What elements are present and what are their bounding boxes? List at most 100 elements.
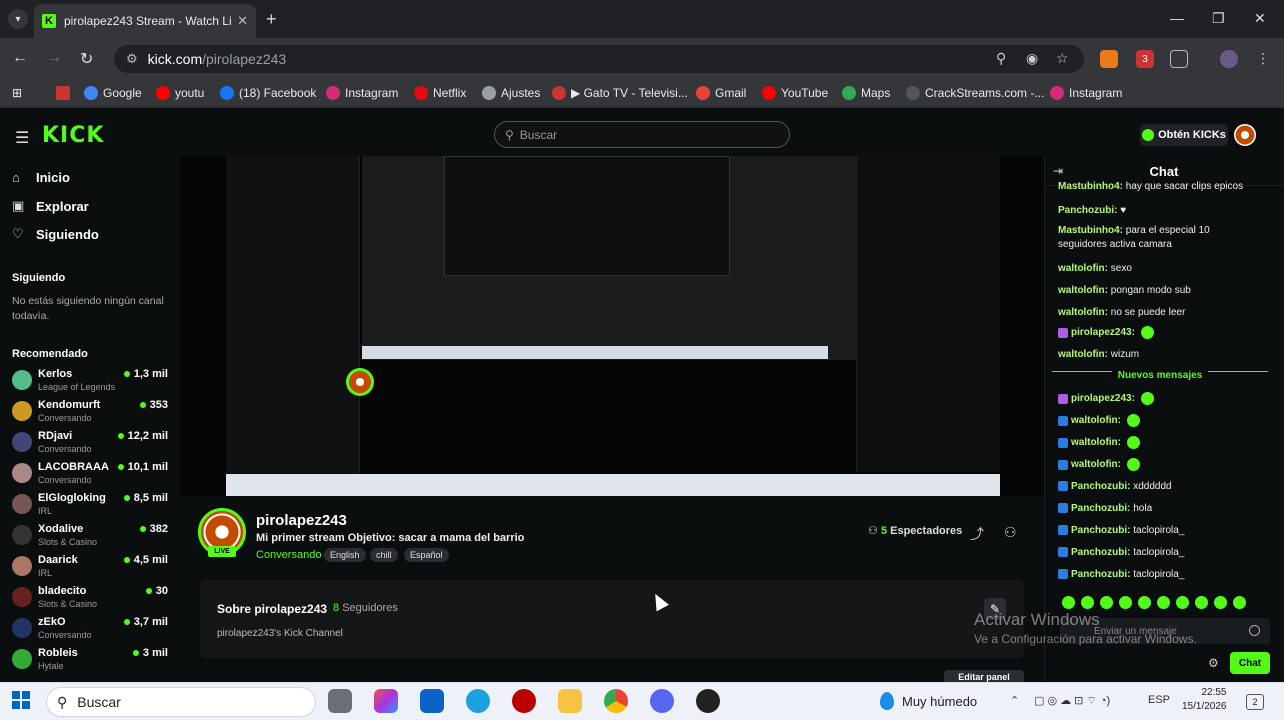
chat-username[interactable]: waltolofin: [1058,349,1108,360]
extension-badge-icon[interactable]: 3 [1136,50,1154,68]
chat-username[interactable]: waltolofin: [1071,459,1121,470]
get-kicks-button[interactable]: Obtén KICKs [1140,124,1228,146]
clock[interactable]: 22:55 15/1/2026 [1182,686,1227,714]
nav-home[interactable]: ⌂ Inicio [12,170,70,185]
recommended-channel[interactable]: zEkO Conversando 3,7 mil [12,616,172,644]
emoji-icon[interactable] [1249,625,1260,636]
tag-espanol[interactable]: Español [404,548,449,562]
apps-grid-icon[interactable]: ⊞ [12,86,22,100]
bookmark-item[interactable]: youtu [156,86,204,100]
chat-username[interactable]: Panchozubi: [1071,503,1130,514]
bookmark-item[interactable]: Ajustes [482,86,540,100]
outlook-icon[interactable] [420,689,444,713]
kick-logo[interactable]: KICK [42,123,104,148]
extensions-puzzle-icon[interactable] [1170,50,1188,68]
tray-chevron-icon[interactable]: ⌃ [1010,694,1019,707]
chat-send-button[interactable]: Chat [1230,652,1270,674]
chat-username[interactable]: Mastubinho4: [1058,225,1123,236]
recommended-channel[interactable]: Xodalive Slots & Casino 382 [12,523,172,551]
chat-username[interactable]: waltolofin: [1058,263,1108,274]
recommended-channel[interactable]: ElGlogloking IRL 8,5 mil [12,492,172,520]
emote-bar[interactable] [1062,596,1276,610]
chat-username[interactable]: waltolofin: [1071,437,1121,448]
eye-off-icon[interactable]: ◉ [1026,50,1038,67]
browser-tab[interactable]: K pirolapez243 Stream - Watch Li ✕ [34,4,256,38]
bookmark-item[interactable]: YouTube [762,86,828,100]
copilot-icon[interactable] [374,689,398,713]
discord-icon[interactable] [650,689,674,713]
chat-username[interactable]: Panchozubi: [1071,525,1130,536]
windows-start-icon[interactable] [12,691,30,709]
bookmark-item[interactable]: (18) Facebook [220,86,316,100]
profile-avatar[interactable] [1220,50,1238,68]
chat-username[interactable]: Panchozubi: [1058,205,1117,216]
channel-name[interactable]: pirolapez243 [256,512,347,529]
bookmark-item[interactable]: Maps [842,86,890,100]
chat-username[interactable]: Mastubinho4: [1058,181,1123,192]
bookmark-item[interactable]: Instagram [326,86,398,100]
chat-username[interactable]: waltolofin: [1058,285,1108,296]
share-icon[interactable]: ⤴ [970,524,984,544]
user-avatar[interactable] [1234,124,1256,146]
recommended-channel[interactable]: Daarick IRL 4,5 mil [12,554,172,582]
chat-username[interactable]: pirolapez243: [1071,393,1135,404]
maximize-icon[interactable]: ❐ [1212,10,1225,27]
follow-user-icon[interactable]: ⚇ [1004,524,1017,541]
chat-username[interactable]: Panchozubi: [1071,547,1130,558]
recommended-channel[interactable]: RDjavi Conversando 12,2 mil [12,430,172,458]
browser-menu-icon[interactable]: ⋮ [1256,50,1270,67]
bookmark-item[interactable]: ▶ Gato TV - Televisi... [552,86,688,100]
chat-username[interactable]: waltolofin: [1071,415,1121,426]
back-icon[interactable]: ← [12,49,28,67]
chrome-icon[interactable] [604,689,628,713]
chat-username[interactable]: Panchozubi: [1071,569,1130,580]
channel-avatar [12,618,32,638]
tag-english[interactable]: English [324,548,366,562]
recommended-channel[interactable]: bladecito Slots & Casino 30 [12,585,172,613]
site-info-icon[interactable]: ⚙ [126,51,138,67]
bookmark-item[interactable]: Instagram [1050,86,1122,100]
edge-icon[interactable] [466,689,490,713]
nav-home-label: Inicio [36,170,70,185]
chat-username[interactable]: Panchozubi: [1071,481,1130,492]
bookmark-item[interactable]: Google [84,86,142,100]
menu-icon[interactable]: ☰ [15,128,29,148]
language-indicator[interactable]: ESP [1148,694,1170,706]
recommended-channel[interactable]: Kerlos League of Legends 1,3 mil [12,368,172,396]
stream-category[interactable]: Conversando [256,549,321,561]
chat-username[interactable]: waltolofin: [1058,307,1108,318]
forward-icon[interactable]: → [46,49,62,67]
tab-search-icon[interactable]: ▾ [8,9,28,29]
zoom-icon[interactable]: ⚲ [996,50,1006,67]
app-red-icon[interactable] [512,689,536,713]
recommended-channel[interactable]: Kendomurft Conversando 353 [12,399,172,427]
new-tab-icon[interactable]: + [266,9,277,30]
reload-icon[interactable]: ↻ [80,49,93,69]
bookmark-item[interactable]: Netflix [414,86,466,100]
address-bar[interactable]: ⚙ kick.com/pirolapez243 [114,45,1084,73]
minimize-icon[interactable]: — [1170,10,1184,26]
bookmark-star-icon[interactable]: ☆ [1056,50,1069,67]
taskbar-search[interactable]: ⚲ Buscar [46,687,316,717]
nav-explore[interactable]: ▣ Explorar [12,198,89,214]
tray-icons[interactable]: ▢ ◎ ☁ ⊡ ⌔ ◔) [1034,694,1110,708]
recommended-channel[interactable]: Robleis Hytale 3 mil [12,647,172,675]
extension-icon[interactable] [1100,50,1118,68]
nav-following[interactable]: ♡ Siguiendo [12,226,99,242]
tag-chill[interactable]: chill [370,548,398,562]
weather-widget[interactable]: Muy húmedo [880,692,977,710]
app-dark-icon[interactable] [696,689,720,713]
search-input[interactable]: ⚲ Buscar [494,121,790,148]
chat-settings-icon[interactable]: ⚙ [1208,656,1219,670]
bookmark-item[interactable]: Gmail [696,86,746,100]
bookmark-folder-icon[interactable] [56,86,75,100]
chat-username[interactable]: pirolapez243: [1071,327,1135,338]
task-view-icon[interactable] [328,689,352,713]
notification-count[interactable]: 2 [1246,694,1264,710]
window-close-icon[interactable]: ✕ [1254,10,1266,27]
close-tab-icon[interactable]: ✕ [237,13,248,29]
bookmark-item[interactable]: CrackStreams.com -... [906,86,1044,100]
recommended-channel[interactable]: LACOBRAAA Conversando 10,1 mil [12,461,172,489]
channel-category: Conversando [38,413,92,423]
file-explorer-icon[interactable] [558,689,582,713]
